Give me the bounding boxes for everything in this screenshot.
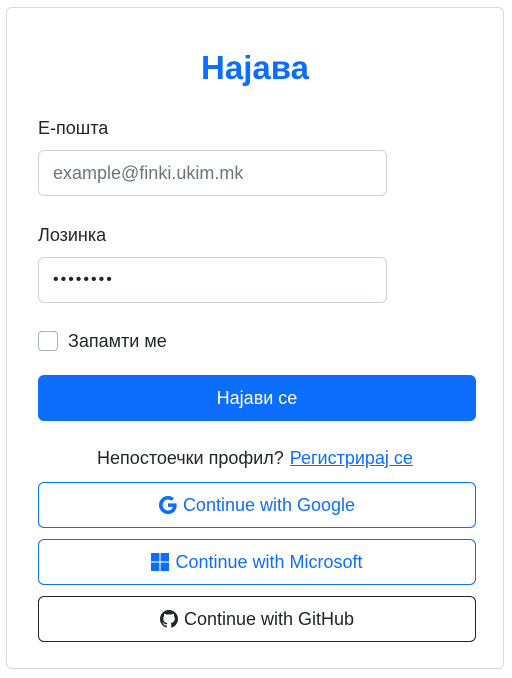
register-link[interactable]: Регистрирај се [290,448,413,468]
login-button-label: Најави се [216,387,298,408]
register-row: Непостоечки профил? Регистрирај се [7,446,503,470]
google-icon [158,496,177,514]
email-label: Е-пошта [38,118,109,138]
login-card: Најава Е-пошта Лозинка Запамти ме Најави… [6,7,504,669]
github-icon [159,610,178,628]
login-button[interactable]: Најави се [38,375,476,421]
github-login-label: Continue with GitHub [183,608,355,629]
remember-me-checkbox[interactable] [38,331,58,351]
github-login-button[interactable]: Continue with GitHub [38,596,476,642]
password-field[interactable] [38,257,387,303]
page-title: Најава [201,49,309,86]
google-login-button[interactable]: Continue with Google [38,482,476,528]
microsoft-icon [151,553,170,571]
microsoft-login-button[interactable]: Continue with Microsoft [38,539,476,585]
remember-me-label: Запамти ме [68,330,167,351]
password-label: Лозинка [38,225,107,245]
microsoft-login-label: Continue with Microsoft [175,551,363,572]
remember-me-row: Запамти ме [38,330,167,352]
email-field[interactable] [38,150,387,196]
no-account-text: Непостоечки профил? [97,448,284,468]
google-login-label: Continue with Google [182,494,356,515]
